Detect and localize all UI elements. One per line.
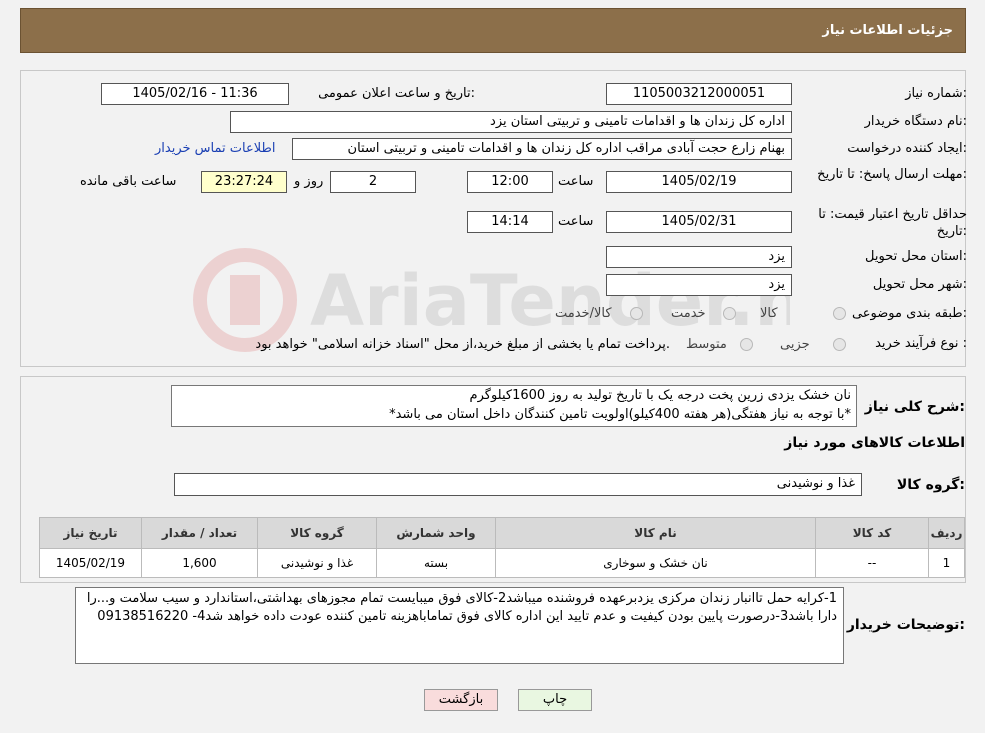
category-label: طبقه بندی موضوعی: [851, 306, 967, 321]
category-goods-radio[interactable] [833, 307, 846, 320]
deadline-label: مهلت ارسال پاسخ: تا تاریخ: [817, 167, 967, 182]
col-group: گروه کالا [257, 517, 377, 549]
description-textarea[interactable]: نان خشک یزدی زرین پخت درجه یک با تاریخ ت… [171, 385, 857, 427]
validity-time-field: 14:14 [467, 211, 553, 233]
cell-name: نان خشک و سوخاری [495, 548, 816, 578]
category-service-label: خدمت [671, 306, 706, 321]
cell-row: 1 [928, 548, 965, 578]
cell-unit: بسته [376, 548, 496, 578]
need-number-field: 1105003212000051 [606, 83, 792, 105]
page-header: جزئیات اطلاعات نیاز [20, 8, 966, 53]
process-minor-radio[interactable] [833, 338, 846, 351]
deadline-date-field: 1405/02/19 [606, 171, 792, 193]
goods-group-label: گروه کالا: [896, 477, 965, 493]
validity-time-label: ساعت [558, 214, 594, 229]
category-goods-service-label: کالا/خدمت [555, 306, 612, 321]
buyer-contact-link[interactable]: اطلاعات تماس خریدار [155, 141, 275, 156]
remaining-time-field: 23:27:24 [201, 171, 287, 193]
announce-label: تاریخ و ساعت اعلان عمومی: [318, 86, 475, 101]
province-field: یزد [606, 246, 792, 268]
requester-label: ایجاد کننده درخواست: [847, 141, 967, 156]
buyer-notes-text: 1-کرایه حمل تاانبار زندان مرکزی یزدبرعهد… [86, 591, 837, 624]
deadline-time-label: ساعت [558, 174, 594, 189]
need-number-label: شماره نیاز: [905, 86, 967, 101]
remaining-label: ساعت باقی مانده [80, 174, 177, 189]
requester-field: بهنام زارع حجت آبادی مراقب اداره کل زندا… [292, 138, 792, 160]
buyer-notes-textarea[interactable]: 1-کرایه حمل تاانبار زندان مرکزی یزدبرعهد… [75, 587, 844, 664]
col-name: نام کالا [495, 517, 816, 549]
buyer-notes-label: توضیحات خریدار: [846, 617, 965, 633]
process-minor-label: جزیی [780, 337, 810, 352]
province-label: استان محل تحویل: [865, 249, 967, 264]
announce-field: 1405/02/16 - 11:36 [101, 83, 289, 105]
days-field: 2 [330, 171, 416, 193]
col-date: تاریخ نیاز [39, 517, 142, 549]
page-title: جزئیات اطلاعات نیاز [822, 23, 953, 38]
description-label: شرح کلی نیاز: [864, 399, 965, 415]
col-code: کد کالا [815, 517, 929, 549]
goods-section-title: اطلاعات کالاهای مورد نیاز [784, 435, 965, 451]
category-service-radio[interactable] [723, 307, 736, 320]
process-medium-radio[interactable] [740, 338, 753, 351]
deadline-time-field: 12:00 [467, 171, 553, 193]
goods-table-container: ردیف کد کالا نام کالا واحد شمارش گروه کا… [39, 517, 965, 578]
process-medium-label: متوسط [686, 337, 727, 352]
print-button[interactable]: چاپ [518, 689, 592, 711]
goods-table-header: ردیف کد کالا نام کالا واحد شمارش گروه کا… [39, 517, 965, 549]
process-note: پرداخت تمام یا بخشی از مبلغ خرید،از محل … [255, 337, 670, 352]
validity-label: حداقل تاریخ اعتبار قیمت: تا تاریخ: [818, 207, 967, 239]
category-goods-service-radio[interactable] [630, 307, 643, 320]
back-button[interactable]: بازگشت [424, 689, 498, 711]
cell-code: -- [815, 548, 929, 578]
goods-group-field: غذا و نوشیدنی [174, 473, 862, 496]
cell-date: 1405/02/19 [39, 548, 142, 578]
days-label: روز و [294, 174, 324, 189]
watermark-text: AriaTender.neT [310, 260, 790, 342]
city-label: شهر محل تحویل: [872, 277, 967, 292]
description-line-1: نان خشک یزدی زرین پخت درجه یک با تاریخ ت… [469, 388, 851, 403]
process-label: نوع فرآیند خرید : [875, 336, 967, 351]
buyer-org-label: نام دستگاه خریدار: [864, 114, 967, 129]
goods-table: ردیف کد کالا نام کالا واحد شمارش گروه کا… [39, 517, 965, 578]
cell-qty: 1,600 [141, 548, 258, 578]
col-qty: تعداد / مقدار [141, 517, 258, 549]
cell-group: غذا و نوشیدنی [257, 548, 377, 578]
col-unit: واحد شمارش [376, 517, 496, 549]
table-row: 1 -- نان خشک و سوخاری بسته غذا و نوشیدنی… [39, 548, 965, 578]
validity-date-field: 1405/02/31 [606, 211, 792, 233]
buyer-org-field: اداره کل زندان ها و اقدامات تامینی و ترب… [230, 111, 792, 133]
city-field: یزد [606, 274, 792, 296]
col-row: ردیف [928, 517, 965, 549]
category-goods-label: کالا [760, 306, 778, 321]
description-line-2: *با توجه به نیاز هفتگی(هر هفته 400کیلو)ا… [389, 407, 851, 422]
